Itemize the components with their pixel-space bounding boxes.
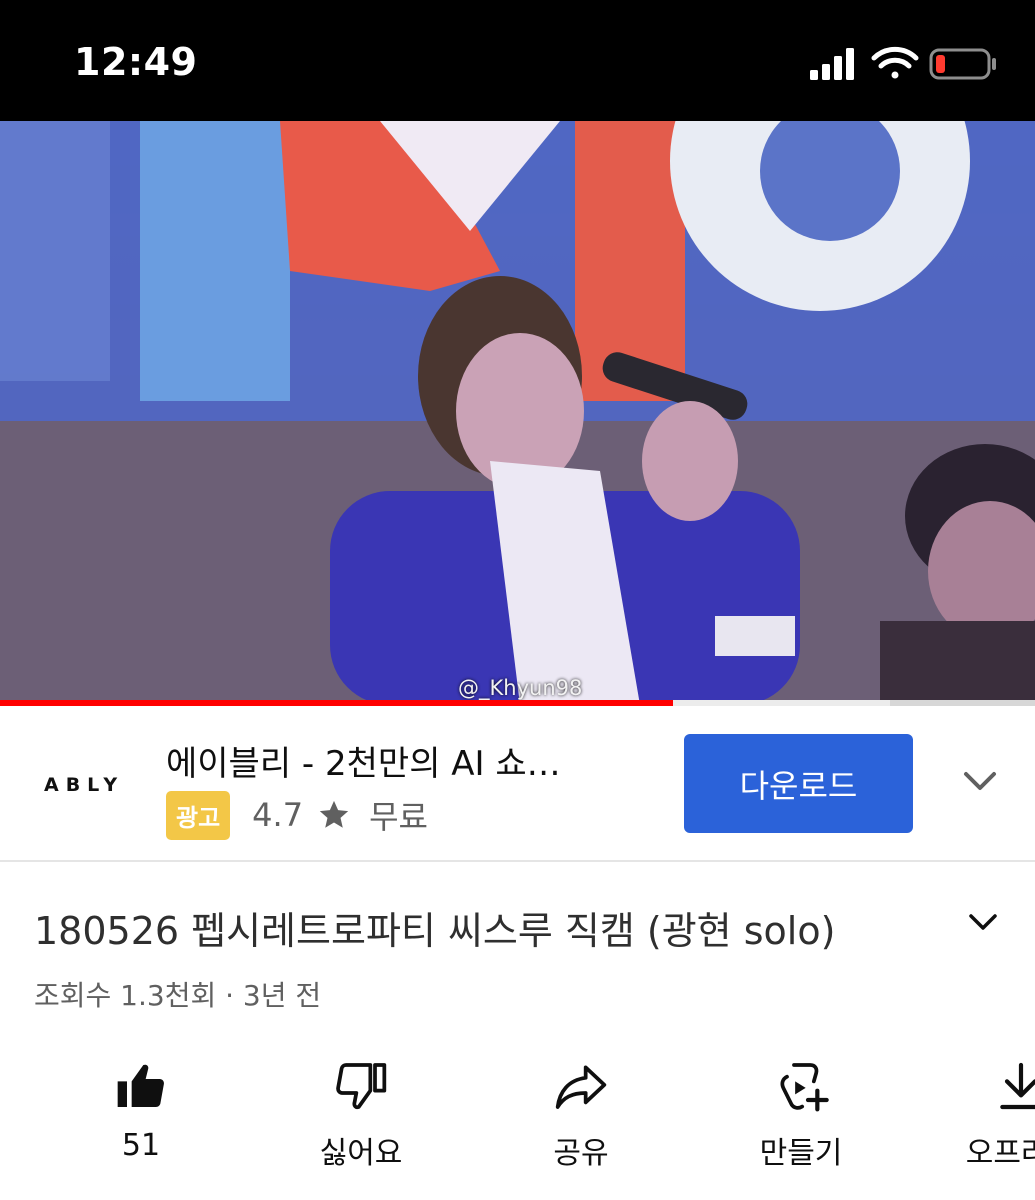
cellular-signal-icon — [810, 48, 854, 80]
thumbs-up-icon — [117, 1064, 164, 1107]
dislike-label: 싫어요 — [319, 1136, 403, 1171]
share-button[interactable]: 공유 — [497, 1050, 657, 1180]
ad-price: 무료 — [369, 798, 428, 836]
create-icon — [780, 1063, 829, 1112]
ad-banner[interactable]: ABLY 에이블리 - 2천만의 AI 쇼… 광고 4.7 무료 다운로드 — [0, 706, 1035, 862]
video-player[interactable] — [0, 121, 1035, 705]
ad-rating: 4.7 — [252, 796, 304, 834]
ad-meta: 광고 4.7 무료 — [166, 790, 428, 840]
ad-logo: ABLY — [44, 774, 125, 796]
like-button[interactable]: 51 — [57, 1050, 217, 1180]
download-icon — [1000, 1062, 1035, 1110]
status-bar: 12:49 — [0, 0, 1035, 121]
description-expand-icon[interactable] — [965, 908, 1001, 936]
share-label: 공유 — [553, 1136, 609, 1171]
ad-title[interactable]: 에이블리 - 2천만의 AI 쇼… — [166, 736, 646, 785]
video-frame — [0, 121, 1035, 705]
ad-badge: 광고 — [166, 790, 231, 840]
chevron-down-icon[interactable] — [960, 766, 1000, 796]
create-button[interactable]: 만들기 — [717, 1050, 877, 1180]
star-icon — [319, 800, 349, 828]
status-time: 12:49 — [74, 40, 198, 84]
dislike-button[interactable]: 싫어요 — [277, 1050, 437, 1180]
offline-download-button[interactable]: 오프라인 — [937, 1050, 1035, 1180]
share-icon — [555, 1065, 607, 1109]
status-icons — [810, 46, 996, 80]
battery-low-icon — [929, 48, 996, 80]
video-watermark: @_Khyun98 — [458, 676, 583, 700]
video-title[interactable]: 180526 펩시레트로파티 씨스루 직캠 (광현 solo) — [34, 900, 934, 955]
like-count: 51 — [121, 1128, 161, 1163]
offline-label: 오프라인 — [965, 1136, 1035, 1171]
ad-download-button[interactable]: 다운로드 — [684, 734, 913, 833]
create-label: 만들기 — [759, 1136, 843, 1171]
thumbs-down-icon — [336, 1063, 387, 1110]
video-meta: 조회수 1.3천회 · 3년 전 — [34, 979, 322, 1012]
wifi-icon — [871, 46, 919, 79]
action-bar: 51 싫어요 공유 만들기 오프라인 — [0, 1050, 1035, 1200]
